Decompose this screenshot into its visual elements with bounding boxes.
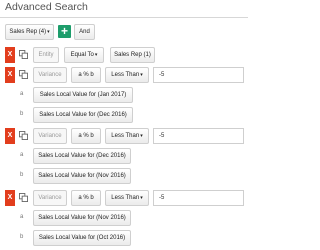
- operator-label: Equal To: [70, 52, 94, 58]
- variance-field[interactable]: Variance: [33, 190, 67, 206]
- page-title: Advanced Search: [5, 1, 88, 13]
- operand-b-button[interactable]: Sales Local Value for (Oct 2016): [33, 230, 131, 246]
- variance-field[interactable]: Variance: [33, 67, 67, 83]
- copy-icon[interactable]: [19, 70, 28, 79]
- operand-b-button[interactable]: Sales Local Value for (Dec 2016): [33, 107, 133, 123]
- operand-a-letter: a: [20, 91, 24, 97]
- operand-b-letter: b: [20, 172, 24, 178]
- remove-condition-button[interactable]: X: [5, 67, 15, 83]
- variance-field[interactable]: Variance: [33, 128, 67, 144]
- copy-icon[interactable]: [19, 50, 28, 59]
- and-button[interactable]: And: [74, 24, 95, 40]
- operand-a-button[interactable]: Sales Local Value for (Dec 2016): [33, 148, 131, 164]
- comparator-dropdown[interactable]: Less Than▾: [105, 67, 149, 83]
- comparator-dropdown[interactable]: Less Than▾: [105, 128, 149, 144]
- operand-a-letter: a: [20, 214, 24, 220]
- comparator-label: Less Than: [111, 133, 140, 139]
- remove-condition-button[interactable]: X: [5, 190, 15, 206]
- caret-down-icon: ▾: [47, 29, 50, 35]
- operator-dropdown[interactable]: Equal To▾: [64, 47, 104, 63]
- add-condition-button[interactable]: +: [58, 25, 71, 38]
- entity-field[interactable]: Entity: [33, 47, 59, 63]
- operand-b-letter: b: [20, 111, 24, 117]
- caret-down-icon: ▾: [140, 133, 143, 139]
- threshold-input[interactable]: -5: [153, 67, 244, 83]
- operand-a-button[interactable]: Sales Local Value for (Nov 2016): [33, 210, 131, 226]
- comparator-label: Less Than: [111, 72, 140, 78]
- sales-rep-label: Sales Rep (4): [9, 29, 47, 35]
- sales-rep-dropdown[interactable]: Sales Rep (4)▾: [5, 24, 54, 40]
- copy-icon[interactable]: [19, 131, 28, 140]
- operand-a-button[interactable]: Sales Local Value for (Jan 2017): [33, 87, 133, 103]
- formula-button[interactable]: a % b: [71, 67, 101, 83]
- caret-down-icon: ▾: [140, 72, 143, 78]
- operand-a-letter: a: [20, 152, 24, 158]
- threshold-input[interactable]: -5: [153, 190, 244, 206]
- remove-condition-button[interactable]: X: [5, 128, 15, 144]
- threshold-input[interactable]: -5: [153, 128, 244, 144]
- comparator-label: Less Than: [111, 195, 140, 201]
- formula-button[interactable]: a % b: [71, 128, 101, 144]
- caret-down-icon: ▾: [94, 52, 98, 58]
- header: Advanced Search: [0, 0, 248, 18]
- copy-icon[interactable]: [19, 193, 28, 202]
- entity-value-button[interactable]: Sales Rep (1): [110, 47, 155, 63]
- comparator-dropdown[interactable]: Less Than▾: [105, 190, 149, 206]
- formula-button[interactable]: a % b: [71, 190, 101, 206]
- caret-down-icon: ▾: [140, 195, 143, 201]
- remove-entity-button[interactable]: X: [5, 47, 15, 63]
- operand-b-button[interactable]: Sales Local Value for (Nov 2016): [33, 168, 131, 184]
- operand-b-letter: b: [20, 234, 24, 240]
